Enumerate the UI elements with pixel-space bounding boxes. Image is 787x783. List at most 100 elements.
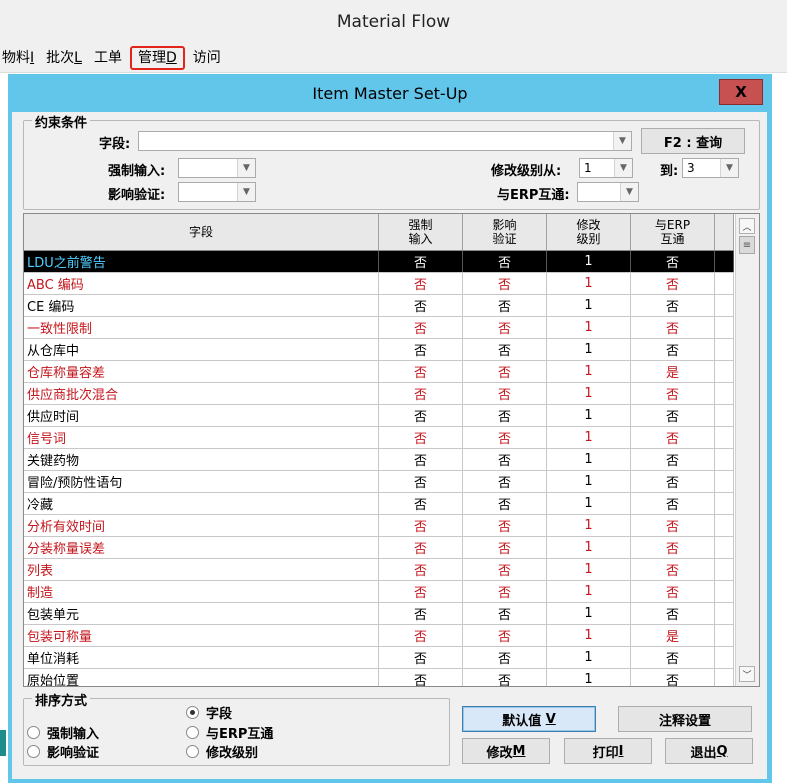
header-level[interactable]: 修改 级别: [547, 214, 631, 250]
verify-combo[interactable]: ▼: [178, 182, 256, 202]
menu-material[interactable]: 物料I: [0, 46, 40, 70]
cell-level: 1: [547, 669, 631, 686]
table-row[interactable]: 包装单元否否 1 否: [24, 603, 734, 625]
comment-settings-button[interactable]: 注释设置: [618, 706, 752, 732]
default-value-button[interactable]: 默认值 V: [462, 706, 596, 732]
table-row[interactable]: LDU之前警告否否 1 否: [24, 251, 734, 273]
exit-button[interactable]: 退出 Q: [665, 738, 753, 764]
grid-rows: LDU之前警告否否 1 否 ABC 编码否否 1 否 CE 编码否否 1 否一致性限制否否 1 否从…: [24, 251, 734, 686]
sort-radio-erp[interactable]: 与ERP互通: [186, 723, 273, 742]
table-row[interactable]: 信号词否否 1 否: [24, 427, 734, 449]
table-row[interactable]: ABC 编码否否 1 否: [24, 273, 734, 295]
cell-verify: 否: [463, 581, 547, 602]
radio-icon[interactable]: [27, 726, 40, 739]
table-row[interactable]: 单位消耗否否 1 否: [24, 647, 734, 669]
mandatory-combo[interactable]: ▼: [178, 158, 256, 178]
table-row[interactable]: 分析有效时间否否 1 否: [24, 515, 734, 537]
dropdown-arrow-icon[interactable]: ▼: [237, 159, 255, 177]
table-row[interactable]: 供应商批次混合否否 1 否: [24, 383, 734, 405]
dropdown-arrow-icon[interactable]: ▼: [720, 159, 738, 177]
table-row[interactable]: 冒险/预防性语句否否 1 否: [24, 471, 734, 493]
cell-erp: 否: [631, 603, 715, 624]
field-combo[interactable]: ▼: [138, 131, 632, 151]
table-row[interactable]: CE 编码否否 1 否: [24, 295, 734, 317]
cell-erp: 否: [631, 273, 715, 294]
cell-spacer: [715, 251, 734, 272]
field-label: 字段:: [99, 137, 131, 152]
menu-workorder[interactable]: 工单: [88, 46, 128, 70]
sort-radio-verify[interactable]: 影响验证: [27, 742, 99, 761]
cell-level: 1: [547, 405, 631, 426]
table-row[interactable]: 从仓库中否否 1 否: [24, 339, 734, 361]
table-row[interactable]: 原始位置否否 1 否: [24, 669, 734, 686]
chevron-up-icon[interactable]: ︿: [739, 218, 755, 234]
radio-icon[interactable]: [186, 745, 199, 758]
level-from-combo[interactable]: 1 ▼: [579, 158, 633, 178]
cell-level: 1: [547, 449, 631, 470]
cell-spacer: [715, 493, 734, 514]
cell-spacer: [715, 383, 734, 404]
table-row[interactable]: 关键药物否否 1 否: [24, 449, 734, 471]
radio-checked-icon[interactable]: [186, 706, 199, 719]
cell-level: 1: [547, 273, 631, 294]
cell-mandatory: 否: [379, 471, 463, 492]
cell-field: 分析有效时间: [24, 515, 379, 536]
menu-access[interactable]: 访问: [187, 46, 227, 70]
erp-label: 与ERP互通:: [497, 188, 570, 203]
dropdown-arrow-icon[interactable]: ▼: [614, 159, 632, 177]
dropdown-arrow-icon[interactable]: ▼: [620, 183, 638, 201]
cell-mandatory: 否: [379, 361, 463, 382]
cell-mandatory: 否: [379, 251, 463, 272]
header-mandatory[interactable]: 强制 输入: [379, 214, 463, 250]
cell-spacer: [715, 339, 734, 360]
level-to-combo[interactable]: 3 ▼: [682, 158, 739, 178]
cell-erp: 否: [631, 339, 715, 360]
dropdown-arrow-icon[interactable]: ▼: [237, 183, 255, 201]
menu-batch[interactable]: 批次L: [40, 46, 88, 70]
cell-mandatory: 否: [379, 295, 463, 316]
sort-radio-level[interactable]: 修改级别: [186, 742, 258, 761]
menu-management[interactable]: 管理D: [129, 46, 185, 70]
table-row[interactable]: 仓库称量容差否否 1 是: [24, 361, 734, 383]
modify-button[interactable]: 修改 M: [462, 738, 550, 764]
cell-verify: 否: [463, 625, 547, 646]
erp-combo[interactable]: ▼: [577, 182, 639, 202]
table-row[interactable]: 一致性限制否否 1 否: [24, 317, 734, 339]
cell-verify: 否: [463, 647, 547, 668]
cell-mandatory: 否: [379, 339, 463, 360]
cell-verify: 否: [463, 493, 547, 514]
print-button[interactable]: 打印 I: [564, 738, 652, 764]
scroll-thumb[interactable]: ≡: [739, 236, 755, 254]
vertical-scrollbar[interactable]: ︿ ≡ ﹀: [735, 214, 759, 686]
cell-spacer: [715, 669, 734, 686]
header-verify[interactable]: 影响 验证: [463, 214, 547, 250]
cell-field: 一致性限制: [24, 317, 379, 338]
header-erp[interactable]: 与ERP 互通: [631, 214, 715, 250]
cell-mandatory: 否: [379, 405, 463, 426]
query-button[interactable]: F2 : 查询: [641, 128, 745, 154]
sort-radio-mandatory[interactable]: 强制输入: [27, 723, 99, 742]
sort-radio-field[interactable]: 字段: [186, 703, 232, 722]
dropdown-arrow-icon[interactable]: ▼: [613, 132, 631, 150]
close-button[interactable]: X: [719, 79, 763, 105]
table-row[interactable]: 供应时间否否 1 否: [24, 405, 734, 427]
table-row[interactable]: 冷藏否否 1 否: [24, 493, 734, 515]
cell-erp: 否: [631, 537, 715, 558]
table-row[interactable]: 包装可称量否否 1 是: [24, 625, 734, 647]
header-field[interactable]: 字段: [24, 214, 379, 250]
table-row[interactable]: 制造否否 1 否: [24, 581, 734, 603]
chevron-down-icon[interactable]: ﹀: [739, 666, 755, 682]
cell-field: 制造: [24, 581, 379, 602]
cell-spacer: [715, 405, 734, 426]
table-row[interactable]: 列表否否 1 否: [24, 559, 734, 581]
dialog-title: Item Master Set-Up: [312, 83, 468, 103]
cell-level: 1: [547, 361, 631, 382]
cell-verify: 否: [463, 405, 547, 426]
radio-icon[interactable]: [186, 726, 199, 739]
radio-icon[interactable]: [27, 745, 40, 758]
cell-erp: 否: [631, 449, 715, 470]
cell-field: CE 编码: [24, 295, 379, 316]
grid-header: 字段 强制 输入 影响 验证 修改 级别 与ERP 互通: [24, 214, 734, 251]
table-row[interactable]: 分装称量误差否否 1 否: [24, 537, 734, 559]
cell-level: 1: [547, 559, 631, 580]
